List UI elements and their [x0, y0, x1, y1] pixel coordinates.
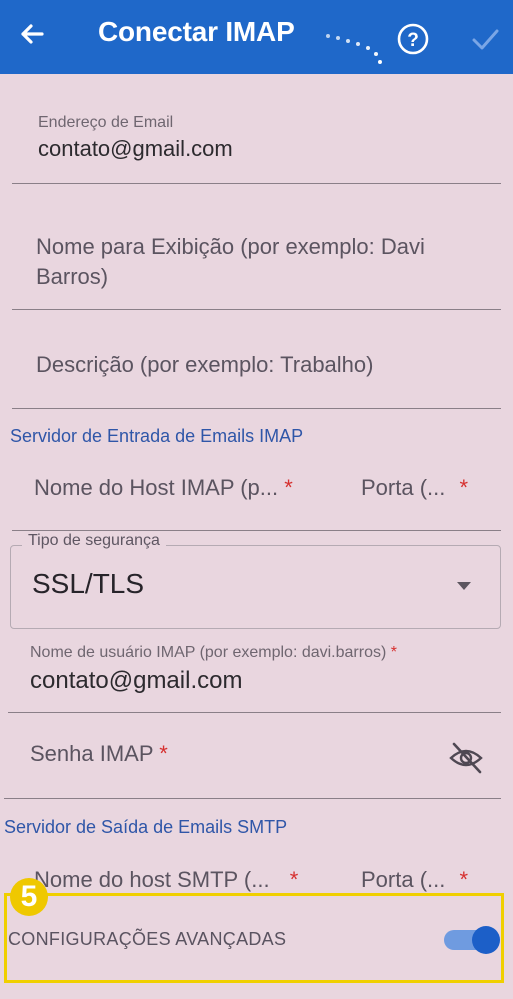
svg-text:?: ? [407, 30, 419, 51]
required-mark: * [284, 475, 293, 500]
email-field-label: Endereço de Email [38, 114, 174, 131]
imap-username-underline [8, 712, 501, 713]
imap-host-field[interactable]: Nome do Host IMAP (p... * [34, 473, 293, 503]
imap-username-label: Nome de usuário IMAP (por exemplo: davi.… [30, 644, 397, 662]
required-mark: * [289, 867, 299, 892]
smtp-host-field[interactable]: Nome do host SMTP (... * [34, 865, 298, 895]
app-bar: Conectar IMAP ? [0, 0, 513, 74]
imap-password-field[interactable]: Senha IMAP * [30, 739, 168, 769]
display-name-field[interactable]: Nome para Exibição (por exemplo: Davi Ba… [36, 232, 476, 292]
dropdown-arrow-icon[interactable] [457, 582, 471, 590]
imap-password-underline [4, 798, 501, 799]
advanced-settings-label: CONFIGURAÇÕES AVANÇADAS [8, 929, 287, 949]
smtp-port-field[interactable]: Porta (... * [361, 865, 468, 895]
imap-username-label-text: Nome de usuário IMAP (por exemplo: davi.… [30, 644, 387, 661]
step-badge: 5 [10, 878, 48, 916]
imap-host-placeholder: Nome do Host IMAP (p... [34, 475, 279, 500]
required-mark: * [459, 475, 469, 500]
check-icon[interactable] [470, 24, 500, 54]
arrow-left-icon[interactable] [16, 18, 48, 50]
required-mark: * [159, 741, 168, 766]
toggle-thumb [472, 926, 500, 954]
imap-port-field[interactable]: Porta (... * [361, 473, 468, 503]
eye-off-icon[interactable] [446, 738, 486, 778]
page-title: Conectar IMAP [98, 16, 295, 47]
imap-port-placeholder: Porta (... [361, 475, 446, 500]
email-field-underline [12, 183, 501, 184]
security-type-value: SSL/TLS [32, 568, 145, 599]
required-mark: * [459, 867, 469, 892]
advanced-settings-toggle[interactable] [444, 926, 500, 954]
display-name-underline [12, 309, 501, 310]
imap-host-underline [12, 530, 501, 531]
required-mark: * [390, 644, 397, 661]
imap-section-title: Servidor de Entrada de Emails IMAP [10, 426, 304, 446]
imap-password-placeholder: Senha IMAP [30, 741, 154, 766]
smtp-host-placeholder: Nome do host SMTP (... [34, 867, 270, 892]
smtp-port-placeholder: Porta (... [361, 867, 446, 892]
description-field[interactable]: Descrição (por exemplo: Trabalho) [36, 350, 373, 380]
imap-username-field[interactable]: contato@gmail.com [30, 667, 242, 695]
smtp-section-title: Servidor de Saída de Emails SMTP [4, 817, 288, 837]
email-field[interactable]: contato@gmail.com [38, 136, 233, 162]
help-circle-icon[interactable]: ? [396, 22, 430, 56]
loading-spinner-icon [326, 34, 382, 64]
security-type-label: Tipo de segurança [22, 532, 166, 550]
description-underline [12, 408, 501, 409]
